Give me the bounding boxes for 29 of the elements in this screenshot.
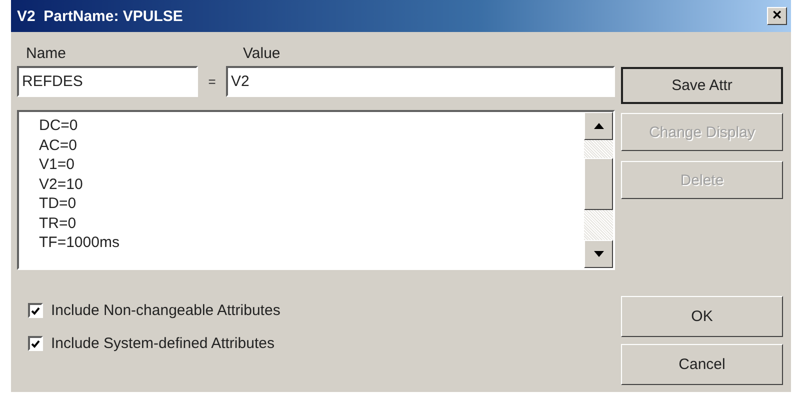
name-field[interactable]: REFDES (17, 66, 198, 97)
attribute-item[interactable]: V2=10 (39, 174, 584, 194)
value-field[interactable]: V2 (226, 66, 615, 97)
attribute-item[interactable]: TD=0 (39, 194, 584, 214)
window-title: V2 PartName: VPULSE (17, 8, 183, 24)
attribute-item[interactable]: AC=0 (39, 136, 584, 155)
scroll-down-button[interactable] (584, 240, 613, 268)
attribute-item[interactable]: DC=0 (39, 116, 584, 136)
attribute-item[interactable]: TF=1000ms (39, 233, 584, 252)
down-arrow-icon (594, 251, 604, 257)
checkbox[interactable] (28, 336, 43, 351)
equals-sign: = (207, 74, 217, 89)
value-label: Value (243, 45, 280, 62)
checkbox-label: Include Non-changeable Attributes (51, 302, 280, 319)
close-button[interactable]: × (767, 7, 787, 25)
up-arrow-icon (594, 123, 604, 129)
checkmark-icon (31, 340, 40, 348)
scroll-up-button[interactable] (584, 112, 613, 140)
name-label: Name (26, 45, 66, 62)
checkbox-label: Include System-defined Attributes (51, 335, 274, 352)
attribute-item[interactable]: TR=0 (39, 214, 584, 233)
scrollbar[interactable] (584, 112, 613, 268)
action-button[interactable]: Save Attr (621, 67, 783, 104)
ok-button[interactable]: OK (621, 296, 783, 337)
checkbox[interactable] (28, 303, 43, 318)
attribute-item[interactable]: V1=0 (39, 155, 584, 174)
checkmark-icon (31, 306, 40, 314)
cancel-button[interactable]: Cancel (621, 344, 783, 385)
scroll-thumb[interactable] (584, 158, 613, 210)
